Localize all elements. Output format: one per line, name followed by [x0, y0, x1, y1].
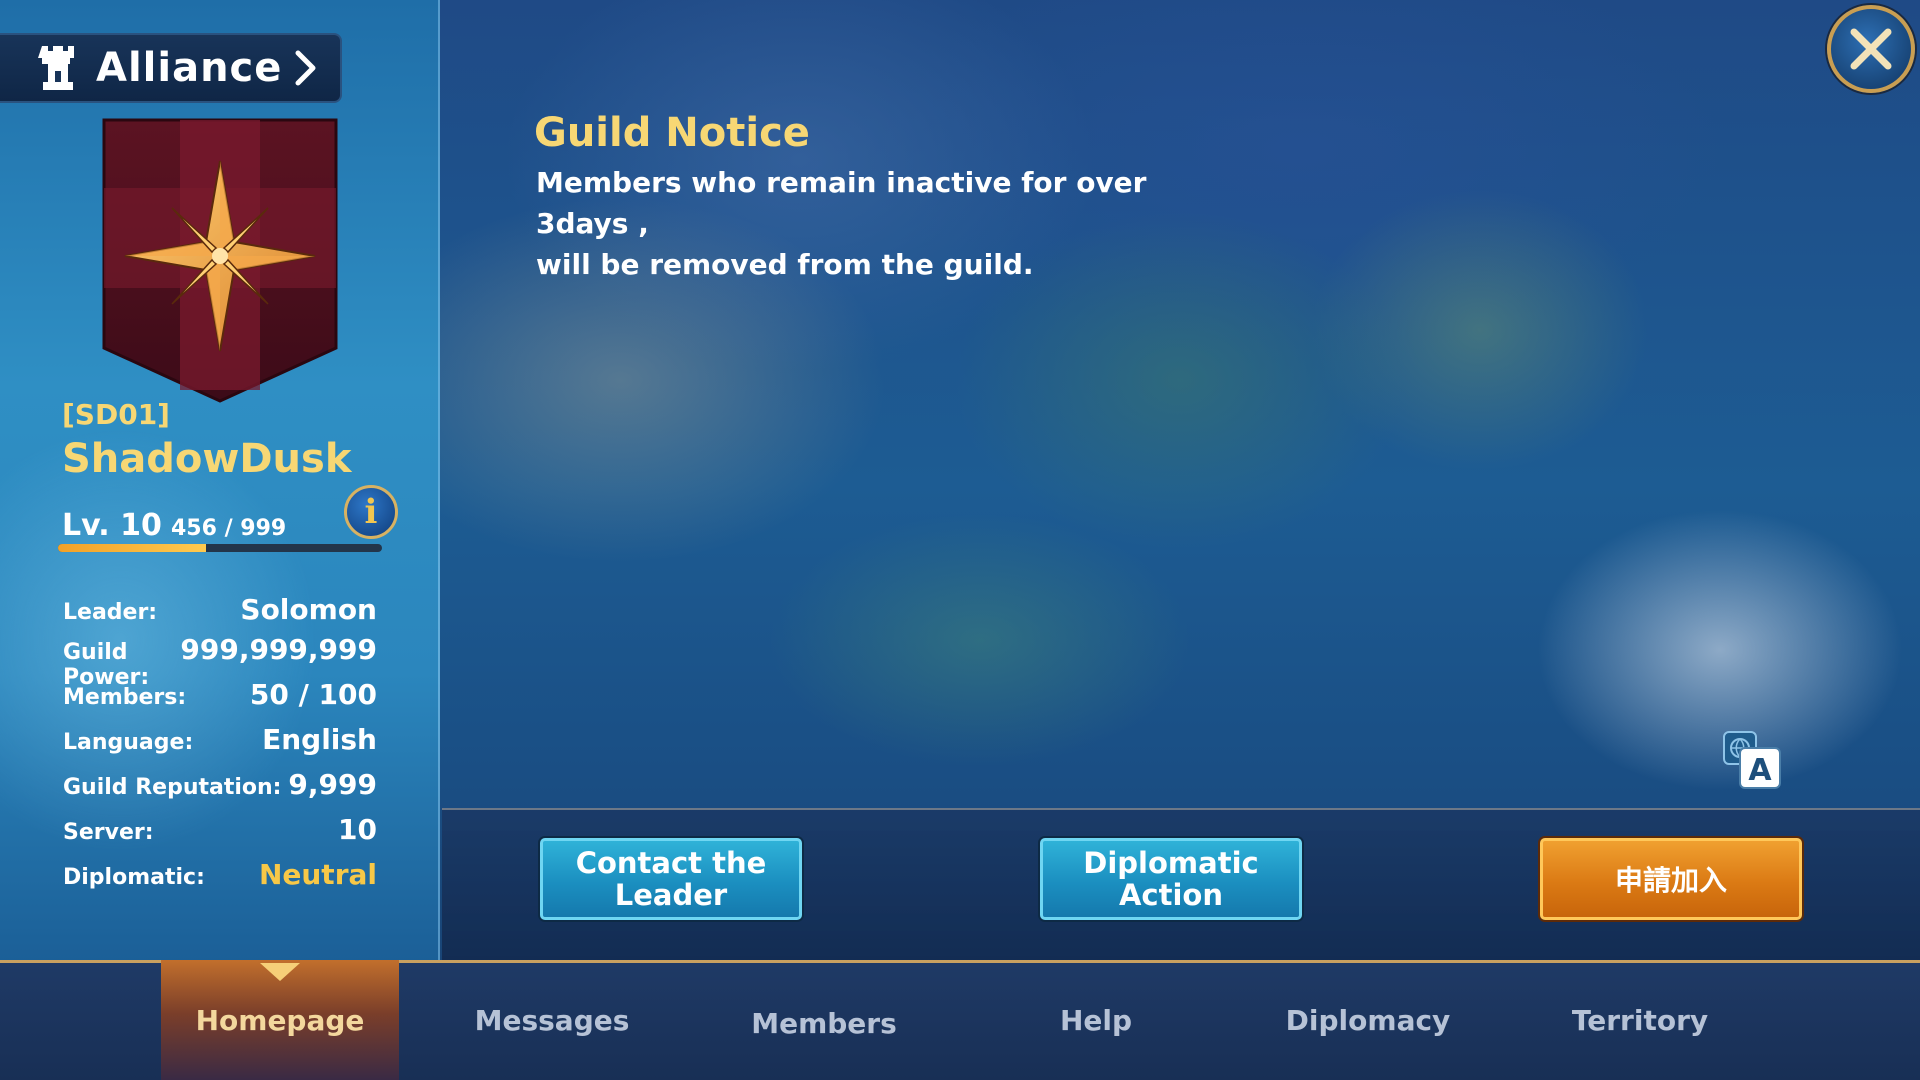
guild-xp-bar-fill [58, 544, 206, 552]
stat-value: 999,999,999 [180, 633, 377, 666]
tower-icon [38, 46, 74, 90]
active-tab-indicator [260, 963, 300, 981]
tab-messages[interactable]: Messages [433, 960, 671, 1080]
stat-value: 50 / 100 [249, 678, 377, 711]
stat-value: English [262, 723, 377, 756]
guild-xp-bar [58, 544, 382, 552]
diplomatic-status: Neutral [258, 858, 377, 891]
page-title: Alliance [96, 45, 283, 91]
stat-label: Members: [63, 685, 187, 710]
close-icon [1850, 28, 1892, 70]
guild-name: ShadowDusk [62, 436, 352, 482]
guild-notice-line: will be removed from the guild. [536, 248, 1034, 281]
stat-label: Server: [63, 820, 154, 845]
guild-info-panel: Alliance [SD01] ShadowDusk i Lv. 10 456 … [0, 0, 440, 962]
svg-text:A: A [1748, 753, 1772, 788]
translate-icon[interactable]: A [1722, 730, 1784, 792]
tab-label: Homepage [195, 1003, 365, 1037]
stat-value: 9,999 [288, 768, 377, 801]
guild-xp: 456 / 999 [171, 516, 287, 541]
stat-members: Members: 50 / 100 [63, 678, 377, 711]
guild-notice-title: Guild Notice [534, 110, 810, 156]
contact-leader-label: Leader [614, 878, 728, 912]
tab-members[interactable]: Members [705, 960, 943, 1080]
diplomatic-action-label: Diplomatic [1083, 846, 1259, 880]
diplomatic-action-label: Action [1118, 878, 1223, 912]
diplomatic-action-button[interactable]: Diplomatic Action [1040, 838, 1302, 920]
tab-diplomacy[interactable]: Diplomacy [1249, 960, 1487, 1080]
stat-leader: Leader: Solomon [63, 593, 377, 626]
guild-emblem-banner [102, 118, 338, 403]
guild-notice-line: Members who remain inactive for over 3da… [536, 166, 1147, 240]
stat-value: Solomon [240, 593, 377, 626]
tab-label: Territory [1571, 1003, 1709, 1037]
tab-label: Members [751, 1006, 897, 1040]
contact-leader-label: Contact the [575, 846, 767, 880]
stat-value: 10 [338, 813, 377, 846]
tab-label: Messages [474, 1003, 630, 1037]
guild-info-button[interactable]: i [344, 485, 398, 539]
guild-notice-text: Members who remain inactive for over 3da… [536, 162, 1216, 285]
stat-label: Leader: [63, 600, 158, 625]
tab-territory[interactable]: Territory [1521, 960, 1759, 1080]
tab-label: Diplomacy [1285, 1003, 1451, 1037]
stat-label: Diplomatic: [63, 865, 205, 890]
tab-label: Help [1059, 1003, 1133, 1037]
stat-label: Language: [63, 730, 194, 755]
chevron-right-icon [295, 50, 316, 86]
alliance-header-button[interactable]: Alliance [0, 33, 342, 103]
apply-to-join-button[interactable]: 申請加入 [1540, 838, 1802, 920]
stat-server: Server: 10 [63, 813, 377, 846]
guild-level: Lv. 10 [62, 508, 162, 543]
stat-language: Language: English [63, 723, 377, 756]
close-button[interactable] [1827, 5, 1915, 93]
stat-diplomatic: Diplomatic: Neutral [63, 858, 377, 891]
guild-tag: [SD01] [62, 398, 170, 431]
stat-guild-reputation: Guild Reputation: 9,999 [63, 768, 377, 801]
tab-help[interactable]: Help [977, 960, 1215, 1080]
stat-label: Guild Reputation: [63, 775, 282, 800]
info-icon: i [364, 492, 378, 532]
contact-leader-button[interactable]: Contact the Leader [540, 838, 802, 920]
tab-homepage[interactable]: Homepage [161, 960, 399, 1080]
